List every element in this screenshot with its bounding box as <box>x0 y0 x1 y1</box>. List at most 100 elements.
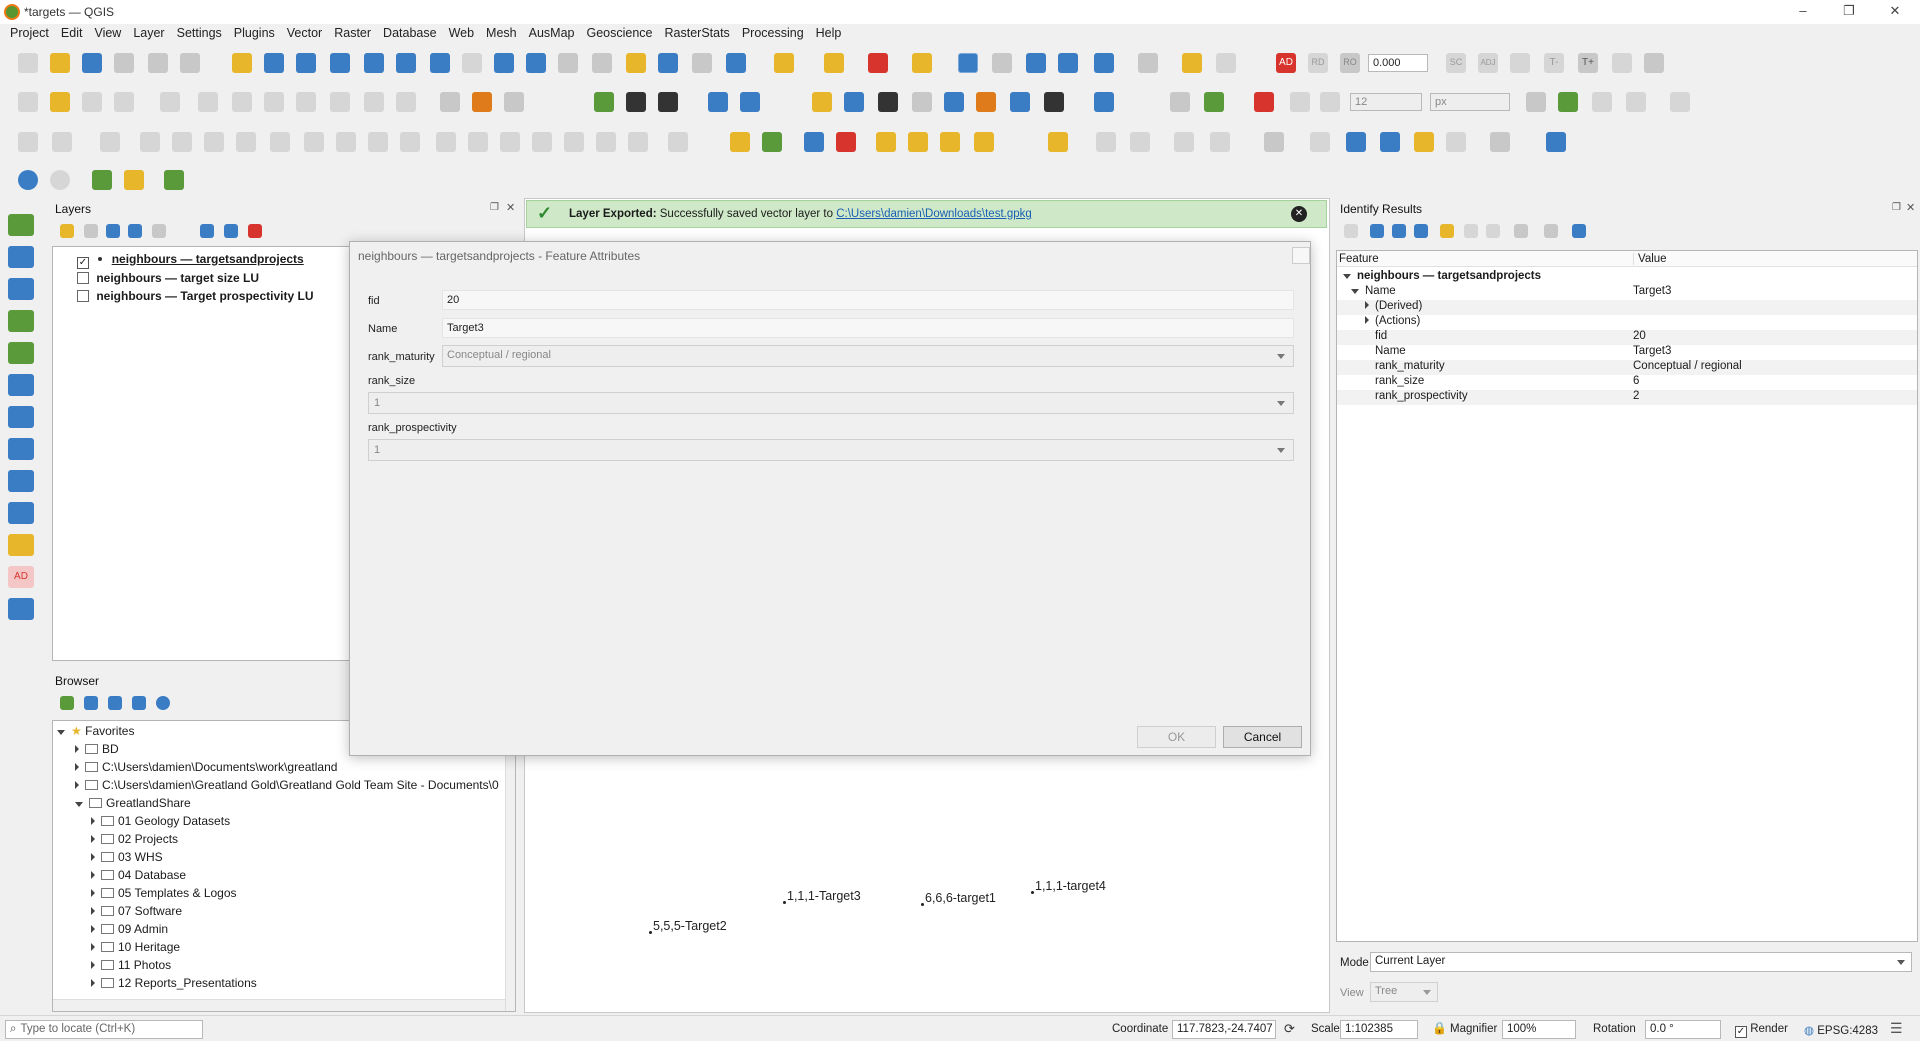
remove-layer-icon[interactable] <box>248 224 262 238</box>
ad-icon[interactable]: AD <box>1276 53 1296 73</box>
zoom-native-icon[interactable] <box>462 53 482 73</box>
menu-mesh[interactable]: Mesh <box>480 24 523 44</box>
menu-view[interactable]: View <box>88 24 127 44</box>
highlight-label-icon[interactable] <box>804 132 824 152</box>
mode-select[interactable]: Current Layer <box>1370 952 1912 972</box>
sc-icon[interactable]: SC <box>1446 53 1466 73</box>
layer-image-icon[interactable] <box>944 92 964 112</box>
star-add-icon[interactable] <box>1414 132 1434 152</box>
cancel-button[interactable]: Cancel <box>1223 726 1302 748</box>
locate-search-input[interactable]: ⌕ Type to locate (Ctrl+K) <box>5 1020 203 1039</box>
browser-item[interactable]: 05 Templates & Logos <box>91 886 237 904</box>
node-add-icon[interactable] <box>1380 132 1400 152</box>
fid-field[interactable]: 20 <box>442 290 1294 310</box>
add-virtual-layer-icon[interactable] <box>8 406 34 428</box>
identify-features-icon[interactable] <box>958 53 978 73</box>
digitize-pencil-icon[interactable] <box>18 132 38 152</box>
layer-visibility-checkbox[interactable]: ✓ <box>77 257 89 269</box>
close-window-button[interactable]: ✕ <box>1872 3 1918 21</box>
snapping-layers-icon[interactable] <box>1204 92 1224 112</box>
zoom-last-icon[interactable] <box>494 53 514 73</box>
rotate-symbols-icon[interactable] <box>564 132 584 152</box>
topological-editing-icon[interactable] <box>1526 92 1546 112</box>
cut-features-icon[interactable] <box>264 92 284 112</box>
filter-expression-icon[interactable] <box>152 224 166 238</box>
zoom-in-icon[interactable] <box>296 53 316 73</box>
properties-info-icon[interactable] <box>156 696 170 710</box>
menu-web[interactable]: Web <box>443 24 480 44</box>
layer-item-target-prospectivity-lu[interactable]: neighbours — Target prospectivity LU <box>77 289 313 303</box>
add-group-icon[interactable] <box>84 224 98 238</box>
ad-plugin-icon[interactable]: AD <box>8 566 34 588</box>
menu-processing[interactable]: Processing <box>736 24 810 44</box>
new-project-icon[interactable] <box>18 53 38 73</box>
browser-item[interactable]: 02 Projects <box>91 832 178 850</box>
expand-icon[interactable] <box>1344 224 1358 238</box>
magnet-icon[interactable] <box>1254 92 1274 112</box>
python-console-icon[interactable] <box>812 92 832 112</box>
cursor-arrow-icon[interactable] <box>1310 132 1330 152</box>
rotation-input[interactable]: 0.000 <box>1368 54 1428 72</box>
add-wfs-icon[interactable] <box>8 502 34 524</box>
filter-browser-icon[interactable] <box>108 696 122 710</box>
annotation-text-icon[interactable] <box>1264 132 1284 152</box>
menu-rasterstats[interactable]: RasterStats <box>659 24 736 44</box>
box-plugin-2-icon[interactable] <box>124 170 144 190</box>
advanced-digitizing-icon[interactable] <box>1670 92 1690 112</box>
dialog-close-button[interactable] <box>1292 247 1310 264</box>
ellipse-tool-icon[interactable] <box>1130 132 1150 152</box>
paste-features-icon[interactable] <box>330 92 350 112</box>
snap-type-icon[interactable] <box>1290 92 1310 112</box>
new-print-layout-icon[interactable] <box>114 53 134 73</box>
offset-symbols-icon[interactable] <box>596 132 616 152</box>
label-tool-icon[interactable] <box>1510 53 1530 73</box>
name-field[interactable]: Target3 <box>442 318 1294 338</box>
show-bookmarks-icon[interactable] <box>658 53 678 73</box>
temporal-controller-icon[interactable] <box>692 53 712 73</box>
offset-curve-icon[interactable] <box>400 132 420 152</box>
print-icon[interactable] <box>1486 224 1500 238</box>
shape-tool-icon[interactable] <box>1096 132 1116 152</box>
add-part-icon[interactable] <box>236 132 256 152</box>
select-by-value-icon[interactable] <box>824 53 844 73</box>
split-parts-icon[interactable] <box>468 132 488 152</box>
close-message-icon[interactable]: ✕ <box>1291 206 1307 222</box>
identify-row[interactable]: (Derived) <box>1337 300 1917 315</box>
pin-labels-icon[interactable] <box>836 132 856 152</box>
identify-row[interactable]: rank_size 6 <box>1337 375 1917 390</box>
rotate-feature-icon[interactable] <box>100 132 120 152</box>
zoom-to-selection-icon[interactable] <box>396 53 416 73</box>
zoom-to-layer-icon[interactable] <box>430 53 450 73</box>
attribute-table-icon[interactable] <box>992 53 1012 73</box>
merge-features-icon[interactable] <box>500 132 520 152</box>
layout-manager-icon[interactable] <box>148 53 168 73</box>
snapping-cross-icon[interactable] <box>1170 92 1190 112</box>
save-edits-icon[interactable] <box>82 92 102 112</box>
polygon-tool-icon[interactable] <box>1174 132 1194 152</box>
copy-features-icon[interactable] <box>296 92 316 112</box>
add-raster-layer-icon[interactable] <box>8 246 34 268</box>
add-spatialite-icon[interactable] <box>8 374 34 396</box>
crs-button[interactable]: ◍ EPSG:4283 <box>1804 1023 1878 1037</box>
pan-map-icon[interactable] <box>232 53 252 73</box>
open-project-icon[interactable] <box>50 53 70 73</box>
menu-vector[interactable]: Vector <box>281 24 328 44</box>
rotate-label-icon[interactable] <box>940 132 960 152</box>
new-bookmark-icon[interactable] <box>626 53 646 73</box>
coordinate-field[interactable]: 117.7823,-24.7407 <box>1172 1020 1276 1039</box>
select-features-icon[interactable] <box>774 53 794 73</box>
delete-selected-icon[interactable] <box>232 92 252 112</box>
view-select[interactable]: Tree <box>1370 982 1438 1002</box>
menu-layer[interactable]: Layer <box>127 24 170 44</box>
favorite-star-icon[interactable] <box>1048 132 1068 152</box>
rank-maturity-select[interactable]: Conceptual / regional <box>442 345 1294 367</box>
profile-tool-icon[interactable] <box>1546 132 1566 152</box>
menu-help[interactable]: Help <box>810 24 848 44</box>
tools-icon[interactable] <box>164 170 184 190</box>
collapse-all-icon[interactable] <box>224 224 238 238</box>
refresh-green-icon[interactable] <box>594 92 614 112</box>
close-panel-icon[interactable]: ✕ <box>506 201 515 214</box>
browser-item[interactable]: BD <box>75 742 119 760</box>
snap-vertex-icon[interactable] <box>1320 92 1340 112</box>
manage-map-themes-icon[interactable] <box>106 224 120 238</box>
